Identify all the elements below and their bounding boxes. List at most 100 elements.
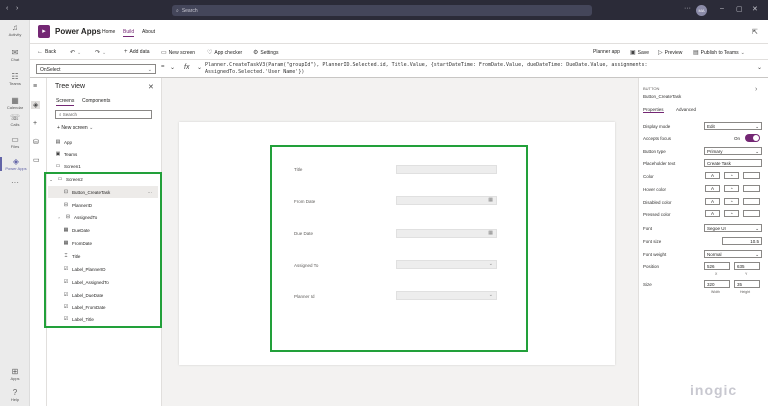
tree-highlight-box <box>44 172 162 328</box>
chat-icon: ✉ <box>11 48 19 57</box>
rail-activity[interactable]: ♫ Activity <box>0 23 30 37</box>
undo-icon: ↶ <box>70 50 76 56</box>
rail-teams[interactable]: ☷ Teams <box>0 72 30 86</box>
app-checker-button[interactable]: ♡ App checker <box>207 49 242 57</box>
hover-text-swatch[interactable]: A <box>705 185 720 192</box>
teams-icon: ☷ <box>11 72 19 81</box>
placeholder-input[interactable]: Create Task <box>704 159 762 167</box>
equals-sign: = <box>161 64 165 70</box>
tab-home[interactable]: Home <box>102 29 115 35</box>
form-highlight-box <box>270 145 528 352</box>
teams-icon: ▣ <box>55 151 61 157</box>
tab-build[interactable]: Build <box>123 29 135 37</box>
display-mode-select[interactable]: Edit ⌄ <box>704 122 762 130</box>
accepts-focus-toggle[interactable] <box>745 134 760 142</box>
text-color-swatch[interactable]: A <box>705 172 720 179</box>
fill-color-swatch[interactable]: ◔ <box>724 172 739 179</box>
popout-icon[interactable]: ⇱ <box>752 28 758 36</box>
tab-advanced[interactable]: Advanced <box>676 107 696 112</box>
formula-input[interactable]: Planner.CreateTaskV3(Param("groupId"), P… <box>205 62 750 78</box>
media-icon[interactable]: ▭ <box>33 156 40 164</box>
position-x-input[interactable]: 526 <box>704 262 730 270</box>
new-screen-button[interactable]: ▭ New screen <box>161 49 195 57</box>
disabled-fill-swatch[interactable]: ◔ <box>724 198 739 205</box>
search-input[interactable]: ⌕ Search <box>172 5 592 16</box>
rail-apps[interactable]: ⊞ Apps <box>0 367 30 381</box>
font-weight-select[interactable]: Normal ⌄ <box>704 250 762 258</box>
y-caption: Y <box>745 272 748 276</box>
help-icon: ? <box>12 388 18 397</box>
font-size-label: Font size <box>643 239 662 244</box>
disabled-color-label: Disabled color <box>643 200 672 205</box>
tab-about[interactable]: About <box>142 29 155 35</box>
size-height-input[interactable]: 35 <box>734 280 760 288</box>
hover-border-swatch[interactable] <box>743 185 760 192</box>
save-icon: ▣ <box>630 50 636 56</box>
maximize-icon[interactable]: ▢ <box>736 5 743 13</box>
tab-properties[interactable]: Properties <box>643 107 664 113</box>
menu-icon[interactable]: ≡ <box>33 83 37 90</box>
rail-calls[interactable]: ☏ Calls <box>0 113 30 127</box>
pressed-text-swatch[interactable]: A <box>705 210 720 217</box>
close-icon[interactable]: ✕ <box>148 83 154 91</box>
new-screen-link[interactable]: + New screen ⌄ <box>57 125 93 131</box>
width-caption: Width <box>711 290 720 294</box>
button-type-select[interactable]: Primary ⌄ <box>704 147 762 155</box>
hover-fill-swatch[interactable]: ◔ <box>724 185 739 192</box>
avatar[interactable]: MA <box>696 5 707 16</box>
font-select[interactable]: Segoe UI ⌄ <box>704 224 762 232</box>
chevron-down-icon: ⌄ <box>87 125 94 131</box>
more-options-icon[interactable]: ··· <box>684 5 691 12</box>
chevron-right-icon[interactable]: › <box>755 86 757 93</box>
border-color-swatch[interactable] <box>743 172 760 179</box>
fx-chevron-icon[interactable]: ⌄ <box>197 64 202 71</box>
rail-power-apps[interactable]: ◈ Power Apps <box>0 157 30 171</box>
undo-chevron-icon: ⌄ <box>77 49 82 56</box>
data-icon[interactable]: ⛁ <box>33 138 39 146</box>
tree-search-input[interactable]: ⌕ Search <box>55 110 152 119</box>
rail-files[interactable]: ▭ Files <box>0 135 30 149</box>
pressed-fill-swatch[interactable]: ◔ <box>724 210 739 217</box>
chevron-down-icon[interactable]: ⌄ <box>170 64 175 71</box>
insert-icon[interactable]: + <box>33 120 37 127</box>
rail-more[interactable]: ··· <box>0 178 30 187</box>
disabled-text-swatch[interactable]: A <box>705 198 720 205</box>
redo-button[interactable]: ↷ ⌄ <box>95 49 106 57</box>
tab-components[interactable]: Components <box>82 98 110 104</box>
stethoscope-icon: ♡ <box>207 50 213 56</box>
pressed-border-swatch[interactable] <box>743 210 760 217</box>
minimize-icon[interactable]: – <box>720 5 724 12</box>
settings-button[interactable]: ⚙ Settings <box>253 49 278 57</box>
position-y-input[interactable]: 635 <box>734 262 760 270</box>
undo-button[interactable]: ↶ ⌄ <box>70 49 82 57</box>
preview-button[interactable]: ▷ Preview <box>658 49 682 57</box>
forward-arrow-icon[interactable]: › <box>16 5 18 12</box>
publish-button[interactable]: ▤ Publish to Teams ⌄ <box>693 49 745 57</box>
back-arrow-icon[interactable]: ‹ <box>6 5 8 12</box>
pressed-color-label: Pressed color <box>643 212 671 217</box>
property-selector[interactable]: OnSelect ⌄ <box>36 64 156 74</box>
tab-screens[interactable]: Screens <box>56 98 75 106</box>
rail-chat[interactable]: ✉ Chat <box>0 48 30 62</box>
disabled-border-swatch[interactable] <box>743 198 760 205</box>
search-placeholder: Search <box>181 7 198 14</box>
close-window-icon[interactable]: ✕ <box>752 5 758 13</box>
gear-icon: ⚙ <box>253 50 259 56</box>
tree-node-app[interactable]: ▤ App <box>55 136 155 148</box>
font-size-input[interactable]: 10.5 <box>722 237 762 245</box>
toggle-knob <box>753 135 759 141</box>
expand-formula-icon[interactable]: ⌄ <box>757 64 762 71</box>
tree-node-teams[interactable]: ▣ Teams <box>55 148 155 160</box>
rail-help[interactable]: ? Help <box>0 388 30 402</box>
tree-view-icon[interactable]: ◈ <box>31 101 41 109</box>
calendar-icon: ▦ <box>11 96 19 105</box>
x-caption: X <box>715 272 718 276</box>
tree-node-screen1[interactable]: ▭ Screen1 <box>55 160 155 172</box>
rail-calendar[interactable]: ▦ Calendar <box>0 96 30 110</box>
size-width-input[interactable]: 320 <box>704 280 730 288</box>
redo-icon: ↷ <box>95 50 101 56</box>
save-button[interactable]: ▣ Save <box>630 49 649 57</box>
control-name: Button_CreateTask <box>643 94 682 99</box>
back-button[interactable]: ← Back <box>37 49 56 55</box>
add-data-button[interactable]: + Add data <box>124 49 150 55</box>
